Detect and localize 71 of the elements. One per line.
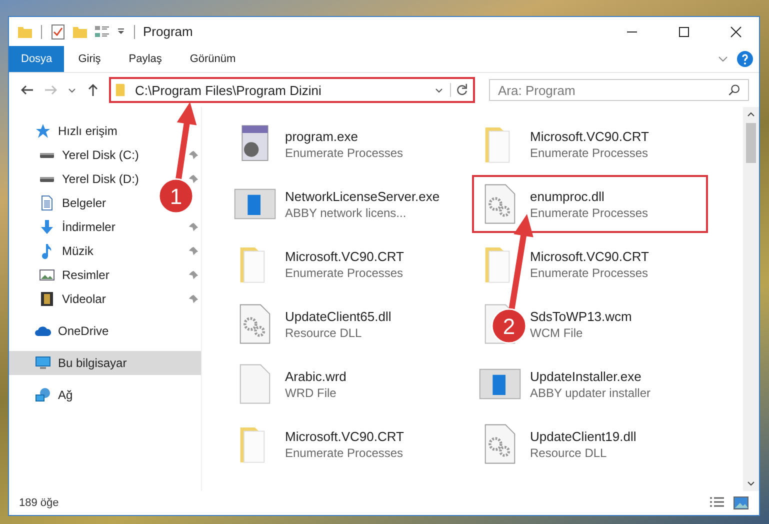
file-description: Enumerate Processes <box>530 266 649 280</box>
file-description: ABBY network licens... <box>285 206 408 220</box>
sidebar-item[interactable]: OneDrive <box>9 319 201 343</box>
drive-icon <box>40 152 54 158</box>
drive-icon <box>40 176 54 182</box>
sidebar-item[interactable]: Müzik <box>62 244 94 258</box>
sidebar-item[interactable]: Yerel Disk (D:) <box>62 172 139 186</box>
step-number: 1 <box>170 184 182 209</box>
file-name: program.exe <box>285 128 359 144</box>
pin-icon[interactable] <box>188 294 199 304</box>
address-bar[interactable]: C:\Program Files\Program Dizini <box>109 77 475 103</box>
sidebar-item[interactable]: Resimler <box>62 268 110 282</box>
scroll-thumb[interactable] <box>746 123 756 163</box>
item-count: 189 öğe <box>19 497 59 509</box>
search-icon <box>728 84 741 97</box>
file-description: Enumerate Processes <box>530 146 649 160</box>
sidebar-item[interactable]: Belgeler <box>62 196 106 210</box>
sidebar-item[interactable]: Hızlı erişim <box>9 119 201 143</box>
file-name: enumproc.dll <box>530 188 606 204</box>
scrollbar[interactable] <box>743 107 759 491</box>
file-menu-tab[interactable]: Dosya <box>9 46 64 72</box>
ribbon-tab[interactable]: Görünüm <box>176 46 250 72</box>
pin-icon[interactable] <box>188 150 199 160</box>
document-icon <box>39 195 55 211</box>
pin-icon[interactable] <box>188 174 199 184</box>
file-description: Enumerate Processes <box>285 146 404 160</box>
network-icon <box>35 387 51 403</box>
pin-icon[interactable] <box>188 246 199 256</box>
sidebar-item[interactable]: İndirmeler <box>62 220 116 234</box>
file-name: NetworkLicenseServer.exe <box>285 188 440 204</box>
checklist-icon[interactable] <box>50 24 66 40</box>
file-description: Enumerate Processes <box>285 446 404 460</box>
file-name: Microsoft.VC90.CRT <box>530 128 649 144</box>
file-description: Enumerate Processes <box>530 206 648 220</box>
file-name: SdsToWP13.wcm <box>530 308 632 324</box>
sidebar-item[interactable]: Yerel Disk (C:) <box>62 148 139 162</box>
star-icon <box>35 123 51 139</box>
monitor-icon <box>35 355 51 371</box>
film-icon <box>39 291 55 307</box>
file-description: ABBY updater installer <box>530 386 651 400</box>
step-number: 2 <box>502 314 516 339</box>
pin-icon[interactable] <box>188 270 199 280</box>
file-name: Microsoft.VC90.CRT <box>530 248 649 264</box>
close-icon[interactable] <box>730 26 742 38</box>
properties-icon[interactable] <box>94 24 110 40</box>
file-name: Microsoft.VC90.CRT <box>285 428 404 444</box>
maximize-icon[interactable] <box>678 26 690 38</box>
large-icons-view-icon[interactable] <box>733 495 749 511</box>
dropdown-caret-icon[interactable] <box>116 26 126 36</box>
file-description: WRD File <box>285 386 338 400</box>
sidebar-item[interactable]: Bu bilgisayar <box>9 351 201 375</box>
file-description: Resource DLL <box>530 446 608 460</box>
file-description: Enumerate Processes <box>285 266 404 280</box>
window-title: Program <box>143 24 193 39</box>
file-name: Arabic.wrd <box>285 368 346 384</box>
sidebar-item[interactable]: Ağ <box>9 383 201 407</box>
search-field[interactable]: Ara: Program <box>489 79 749 101</box>
file-name: Microsoft.VC90.CRT <box>285 248 404 264</box>
address-path: C:\Program Files\Program Dizini <box>135 82 322 98</box>
file-description: Resource DLL <box>285 326 363 340</box>
ribbon-tab[interactable]: Paylaş <box>114 46 176 72</box>
file-description: WCM File <box>530 326 584 340</box>
file-name: UpdateInstaller.exe <box>530 368 642 384</box>
ribbon-tab[interactable]: Giriş <box>64 46 115 72</box>
picture-icon <box>39 267 55 283</box>
file-name: UpdateClient65.dll <box>285 308 392 324</box>
down-arrow-icon <box>39 219 55 235</box>
file-name: UpdateClient19.dll <box>530 428 636 444</box>
help-icon[interactable] <box>737 51 753 67</box>
pin-icon[interactable] <box>188 222 199 232</box>
sidebar-item[interactable]: Videolar <box>62 292 106 306</box>
